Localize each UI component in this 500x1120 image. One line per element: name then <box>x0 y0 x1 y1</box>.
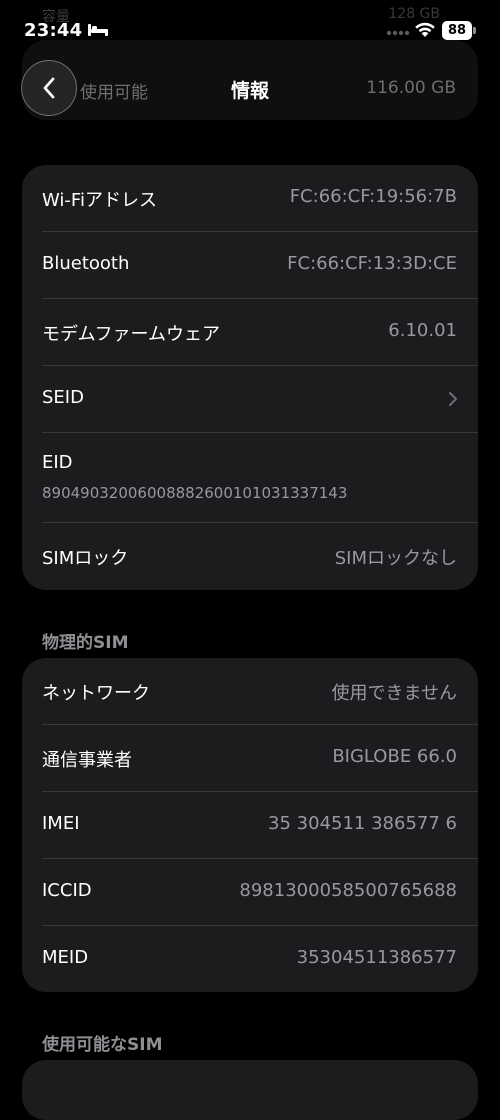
network-row[interactable]: ネットワーク 使用できません <box>22 658 478 724</box>
imei-label: IMEI <box>42 813 80 834</box>
battery-indicator: 88 <box>442 21 476 40</box>
info-card: Wi-Fiアドレス FC:66:CF:19:56:7B Bluetooth FC… <box>22 165 478 590</box>
wifi-address-value: FC:66:CF:19:56:7B <box>289 186 457 207</box>
wifi-address-label: Wi-Fiアドレス <box>42 190 157 211</box>
ghost-capacity-value: 128 GB <box>388 6 440 22</box>
page-title: 情報 <box>230 80 269 102</box>
bluetooth-row[interactable]: Bluetooth FC:66:CF:13:3D:CE <box>22 232 478 298</box>
iccid-row[interactable]: ICCID 8981300058500765688 <box>22 859 478 925</box>
modem-firmware-value: 6.10.01 <box>388 320 457 341</box>
eid-label: EID <box>42 452 73 473</box>
bluetooth-label: Bluetooth <box>42 253 130 274</box>
sim-lock-row[interactable]: SIMロック SIMロックなし <box>22 523 478 590</box>
sim-lock-label: SIMロック <box>42 548 129 569</box>
bluetooth-value: FC:66:CF:13:3D:CE <box>287 253 457 274</box>
iccid-label: ICCID <box>42 880 92 901</box>
modem-firmware-row[interactable]: モデムファームウェア 6.10.01 <box>22 299 478 365</box>
seid-label: SEID <box>42 387 84 408</box>
wifi-icon <box>415 22 435 37</box>
imei-row[interactable]: IMEI 35 304511 386577 6 <box>22 792 478 858</box>
physical-sim-card: ネットワーク 使用できません 通信事業者 BIGLOBE 66.0 IMEI 3… <box>22 658 478 992</box>
iccid-value: 8981300058500765688 <box>239 880 457 901</box>
available-sim-header: 使用可能なSIM <box>42 1035 163 1055</box>
meid-row[interactable]: MEID 35304511386577 <box>22 926 478 992</box>
imei-value: 35 304511 386577 6 <box>268 813 457 834</box>
battery-cap <box>473 27 476 34</box>
sim-lock-value: SIMロックなし <box>334 548 457 569</box>
seid-row[interactable]: SEID <box>22 366 478 432</box>
physical-sim-header: 物理的SIM <box>42 633 129 653</box>
chevron-right-icon <box>449 392 457 406</box>
available-sim-card <box>22 1060 478 1120</box>
network-value: 使用できません <box>331 683 457 704</box>
sleep-bed-icon <box>88 24 108 36</box>
battery-level: 88 <box>447 23 467 38</box>
modem-firmware-label: モデムファームウェア <box>42 324 221 345</box>
carrier-label: 通信事業者 <box>42 750 132 771</box>
network-label: ネットワーク <box>42 683 150 704</box>
eid-row[interactable]: EID 89049032006008882600101031337143 <box>22 433 478 522</box>
meid-value: 35304511386577 <box>296 947 457 968</box>
carrier-row[interactable]: 通信事業者 BIGLOBE 66.0 <box>22 725 478 791</box>
eid-value: 89049032006008882600101031337143 <box>42 484 348 502</box>
wifi-address-row[interactable]: Wi-Fiアドレス FC:66:CF:19:56:7B <box>22 165 478 231</box>
carrier-value: BIGLOBE 66.0 <box>332 746 457 767</box>
ghost-capacity-label: 容量 <box>42 9 70 25</box>
meid-label: MEID <box>42 947 89 968</box>
cellular-signal-icon <box>386 30 410 36</box>
